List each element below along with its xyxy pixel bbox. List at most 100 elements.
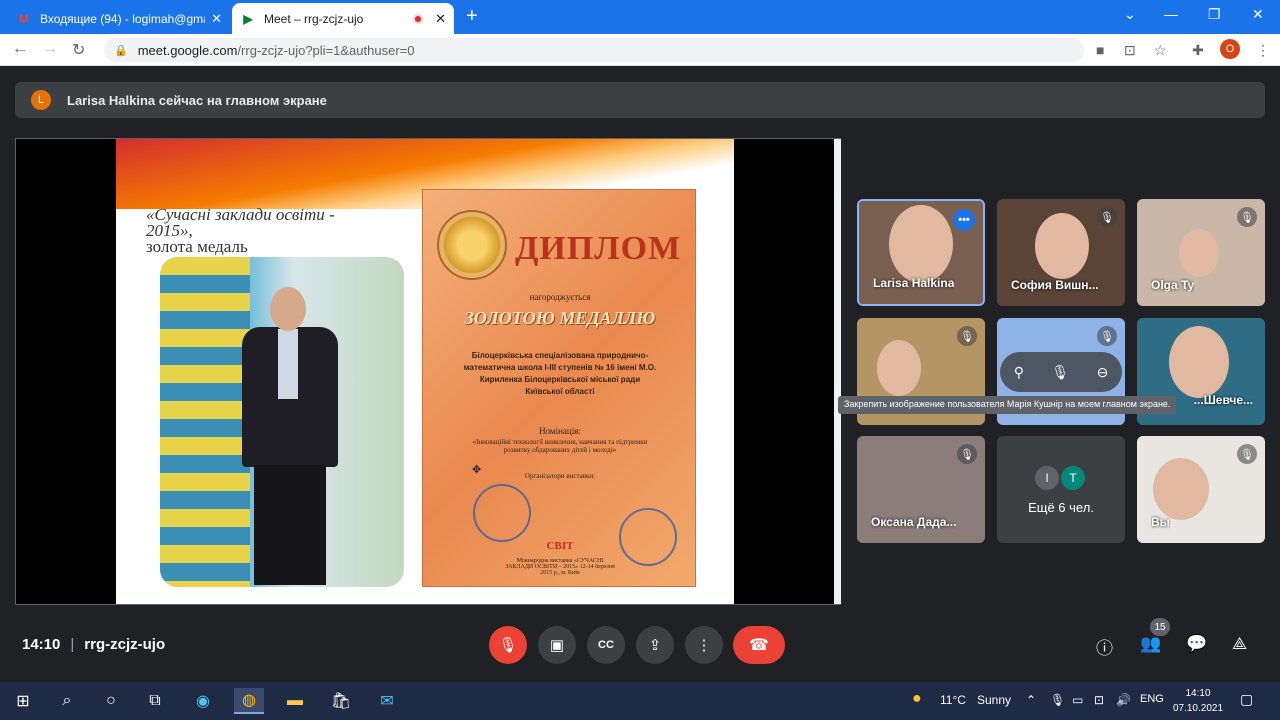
file-explorer-icon[interactable]: ▬ bbox=[280, 688, 310, 714]
notifications-icon[interactable]: ▢ bbox=[1240, 691, 1253, 708]
activities-icon[interactable]: ⟁ bbox=[1232, 634, 1247, 654]
remove-participant-icon[interactable]: ⊖ bbox=[1097, 364, 1109, 381]
back-icon[interactable]: ← bbox=[12, 40, 28, 58]
tray-mic-icon[interactable]: 🎙 bbox=[1050, 693, 1065, 707]
mic-off-icon: 🎙 bbox=[957, 444, 977, 464]
clock-date: 07.10.2021 bbox=[1172, 703, 1224, 714]
tray-expand-icon[interactable]: ⌃ bbox=[1026, 693, 1036, 707]
scrollbar[interactable] bbox=[834, 139, 841, 604]
speaking-indicator-icon: ••• bbox=[953, 209, 975, 231]
task-view-icon[interactable]: ⧉ bbox=[140, 688, 170, 714]
more-options-button[interactable]: ⋮ bbox=[685, 626, 723, 664]
participant-tile[interactable]: 🎙 София Вишн... bbox=[997, 199, 1125, 306]
participant-face bbox=[1169, 326, 1229, 398]
more-participants-tile[interactable]: I T Ещё 6 чел. bbox=[997, 436, 1125, 543]
diploma-organizers: Організатори виставки: bbox=[524, 472, 596, 480]
reload-icon[interactable]: ↻ bbox=[72, 40, 85, 60]
bookmark-star-icon[interactable]: ☆ bbox=[1154, 42, 1167, 59]
taskbar-clock[interactable]: 14:10 07.10.2021 bbox=[1168, 686, 1228, 716]
translate-icon[interactable]: ⊡ bbox=[1124, 42, 1136, 59]
self-tile[interactable]: 🎙 Вы bbox=[1137, 436, 1265, 543]
url-path: /rrg-zcjz-ujo?pli=1&authuser=0 bbox=[237, 42, 415, 58]
mute-participant-icon[interactable]: 🎙 bbox=[1051, 364, 1069, 381]
windows-start-icon[interactable]: ⊞ bbox=[8, 688, 38, 714]
close-window-button[interactable]: ✕ bbox=[1252, 6, 1264, 23]
participant-tile[interactable]: ••• Larisa Halkina bbox=[857, 199, 985, 306]
cursor-icon: ✥ bbox=[472, 464, 482, 476]
lock-icon[interactable]: 🔒 bbox=[114, 44, 128, 57]
mic-toggle-button[interactable]: 🎙 bbox=[489, 626, 527, 664]
participant-face bbox=[1179, 229, 1219, 277]
minimize-button[interactable]: — bbox=[1164, 6, 1178, 22]
separator: | bbox=[70, 636, 75, 653]
participant-face bbox=[1153, 458, 1209, 520]
people-icon[interactable]: 👥 bbox=[1140, 634, 1161, 654]
info-icon[interactable]: ⓘ bbox=[1096, 634, 1113, 659]
presenter-avatar: L bbox=[31, 90, 51, 110]
windows-taskbar: ⊞ ⌕ ○ ⧉ ◉ ◍ ▬ 🛍 ✉ ● 11°C Sunny ⌃ 🎙 ▭ ⊡ 🔊… bbox=[0, 682, 1280, 720]
participant-face bbox=[877, 340, 921, 396]
tab-title: Meet – rrg-zcjz-ujo bbox=[264, 11, 364, 26]
pin-icon[interactable]: ⚲ bbox=[1014, 364, 1024, 381]
store-icon[interactable]: 🛍 bbox=[326, 688, 356, 714]
participant-tile[interactable]: 🎙 Olga Ty bbox=[1137, 199, 1265, 306]
tab-meet[interactable]: ▶ Meet – rrg-zcjz-ujo ✕ bbox=[232, 3, 454, 34]
meet-control-bar: 14:10 | rrg-zcjz-ujo 🎙 ▣ CC ⇪ ⋮ ☎ ⓘ 👥 15 💬… bbox=[0, 610, 1280, 682]
language-indicator[interactable]: ENG bbox=[1140, 693, 1164, 705]
chat-icon[interactable]: 💬 bbox=[1186, 634, 1207, 654]
menu-kebab-icon[interactable]: ⋮ bbox=[1256, 42, 1270, 59]
meeting-details: 14:10 | rrg-zcjz-ujo bbox=[22, 636, 165, 653]
pin-tooltip: Закрепить изображение пользователя Марія… bbox=[838, 396, 1177, 414]
camera-icon[interactable]: ■ bbox=[1096, 42, 1104, 58]
mic-off-icon: 🎙 bbox=[1237, 207, 1257, 227]
participant-name: Вы bbox=[1151, 515, 1170, 529]
url-host: meet.google.com bbox=[137, 42, 238, 58]
search-icon[interactable]: ⌕ bbox=[52, 688, 82, 714]
forward-icon[interactable]: → bbox=[42, 40, 58, 58]
shared-screen: «Сучасні заклади освіти - 2015», золота … bbox=[15, 138, 841, 605]
restore-button[interactable]: ❐ bbox=[1208, 6, 1221, 23]
participant-name: Оксана Дада... bbox=[871, 515, 957, 529]
camera-toggle-button[interactable]: ▣ bbox=[538, 626, 576, 664]
battery-icon[interactable]: ▭ bbox=[1072, 693, 1083, 707]
diploma-nomination-label: Номінація: bbox=[539, 426, 581, 436]
diploma-awarded: нагороджується bbox=[529, 292, 591, 302]
present-screen-icon: ⇪ bbox=[648, 637, 662, 654]
chrome-icon[interactable]: ◍ bbox=[234, 688, 264, 714]
tab-gmail[interactable]: M Входящие (94) - logimah@gmai ✕ bbox=[8, 3, 230, 34]
close-tab-icon[interactable]: ✕ bbox=[435, 11, 446, 27]
weather-temp[interactable]: 11°C bbox=[940, 693, 966, 707]
participant-face bbox=[889, 205, 953, 283]
diploma-image: ДИПЛОМ нагороджується ЗОЛОТОЮ МЕДАЛЛЮ Бі… bbox=[422, 189, 696, 587]
present-button[interactable]: ⇪ bbox=[636, 626, 674, 664]
captions-button[interactable]: CC bbox=[587, 626, 625, 664]
extensions-icon[interactable]: ✚ bbox=[1192, 42, 1204, 59]
diploma-school: Білоцерківська спеціалізована природничо… bbox=[463, 351, 657, 396]
participant-tile[interactable]: 🎙 Оксана Дада... bbox=[857, 436, 985, 543]
mail-icon[interactable]: ✉ bbox=[372, 688, 402, 714]
slide-caption: «Сучасні заклади освіти - 2015», золота … bbox=[146, 206, 386, 255]
url-input[interactable]: 🔒 meet.google.com/rrg-zcjz-ujo?pli=1&aut… bbox=[104, 38, 1084, 62]
new-tab-button[interactable]: + bbox=[466, 6, 478, 26]
browser-tab-bar: M Входящие (94) - logimah@gmai ✕ ▶ Meet … bbox=[0, 0, 1280, 34]
tab-search-icon[interactable]: ⌄ bbox=[1124, 6, 1136, 23]
hang-up-icon: ☎ bbox=[749, 637, 769, 654]
mic-off-icon: 🎙 bbox=[1097, 207, 1117, 227]
network-icon[interactable]: ⊡ bbox=[1094, 693, 1104, 707]
gmail-icon: M bbox=[19, 11, 29, 26]
mic-off-icon: 🎙 bbox=[1237, 444, 1257, 464]
volume-icon[interactable]: 🔊 bbox=[1116, 693, 1131, 707]
cortana-icon[interactable]: ○ bbox=[96, 688, 126, 714]
captions-icon: CC bbox=[598, 639, 614, 651]
weather-text[interactable]: Sunny bbox=[977, 693, 1011, 707]
weather-sun-icon: ● bbox=[912, 690, 922, 707]
meeting-time: 14:10 bbox=[22, 636, 61, 653]
more-vert-icon: ⋮ bbox=[696, 637, 712, 654]
leave-call-button[interactable]: ☎ bbox=[733, 626, 785, 664]
slide-photo bbox=[160, 257, 404, 587]
close-tab-icon[interactable]: ✕ bbox=[211, 11, 222, 27]
profile-avatar[interactable]: O bbox=[1220, 39, 1240, 59]
edge-icon[interactable]: ◉ bbox=[188, 688, 218, 714]
presenting-text: Larisa Halkina сейчас на главном экране bbox=[67, 92, 327, 108]
meeting-code: rrg-zcjz-ujo bbox=[84, 636, 166, 653]
